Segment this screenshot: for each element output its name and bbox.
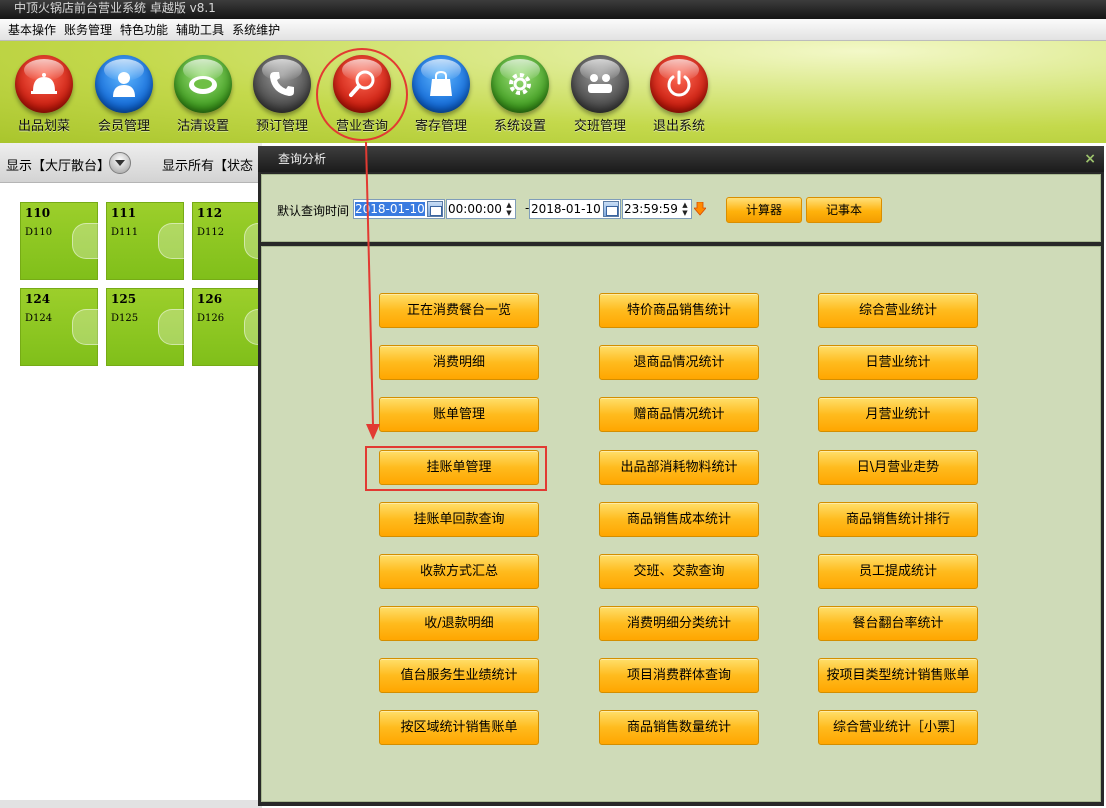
end-date-field[interactable]: 2018-01-10 [529,199,621,219]
report-button[interactable]: 消费明细分类统计 [599,606,759,641]
report-button[interactable]: 餐台翻台率统计 [818,606,978,641]
table-number: 126 [197,292,223,306]
table-code: D110 [25,227,53,238]
toolbar-exit-button[interactable]: 退出系统 [639,53,719,134]
table-status-icon [72,223,100,259]
end-time-field[interactable]: 23:59:59 ▲ ▼ [622,199,692,219]
report-button[interactable]: 出品部消耗物料统计 [599,450,759,485]
phone-icon [253,55,311,113]
table-status-icon [158,223,186,259]
report-buttons-panel: 正在消费餐台一览 消费明细 账单管理 挂账单管理 挂账单回款查询 收款方式汇总 … [261,246,1101,802]
toolbar-settings-button[interactable]: 系统设置 [480,53,560,134]
calculator-button[interactable]: 计算器 [726,197,802,223]
close-icon[interactable]: × [1084,151,1096,167]
table-code: D125 [111,313,139,324]
cloche-icon [15,55,73,113]
toolbar-dish-serving-button[interactable]: 出品划菜 [4,53,84,134]
menu-bar: 基本操作 账务管理 特色功能 辅助工具 系统维护 [0,19,1106,41]
report-button[interactable]: 日\月营业走势 [818,450,978,485]
menu-accounting[interactable]: 账务管理 [60,21,116,38]
report-button[interactable]: 商品销售数量统计 [599,710,759,745]
table-card[interactable]: 111 D111 [106,202,186,280]
plate-icon [174,55,232,113]
calendar-icon[interactable] [427,201,443,217]
calendar-icon[interactable] [603,201,619,217]
table-number: 125 [111,292,137,306]
toolbar-soldout-button[interactable]: 沽清设置 [163,53,243,134]
table-card[interactable]: 125 D125 [106,288,186,366]
window-title: 中顶火锅店前台营业系统 卓越版 v8.1 [0,0,1106,19]
annotation-circle [316,48,408,141]
time-spinner-icon[interactable]: ▲ ▼ [504,201,514,217]
table-number: 112 [197,206,223,220]
table-code: D124 [25,313,53,324]
table-code: D126 [197,313,225,324]
menu-basic-operations[interactable]: 基本操作 [4,21,60,38]
table-card[interactable]: 110 D110 [20,202,100,280]
menu-tools[interactable]: 辅助工具 [172,21,228,38]
report-button[interactable]: 综合营业统计［小票］ [818,710,978,745]
table-card[interactable]: 124 D124 [20,288,100,366]
handover-icon [571,55,629,113]
table-number: 124 [25,292,51,306]
down-arrow-icon[interactable] [694,202,706,216]
main-toolbar: 出品划菜 会员管理 沽清设置 预订管理 营业查询 寄存管理 系统设置 交班管理 … [0,41,1106,143]
toolbar-member-button[interactable]: 会员管理 [84,53,164,134]
report-button[interactable]: 月营业统计 [818,397,978,432]
report-button[interactable]: 按项目类型统计销售账单 [818,658,978,693]
gear-icon [491,55,549,113]
left-panel-footer [0,800,262,808]
notepad-button[interactable]: 记事本 [806,197,882,223]
report-button[interactable]: 交班、交款查询 [599,554,759,589]
bag-icon [412,55,470,113]
report-button[interactable]: 员工提成统计 [818,554,978,589]
table-status-icon [158,309,186,345]
menu-system-maintenance[interactable]: 系统维护 [228,21,284,38]
start-date-field[interactable]: 2018-01-10 [353,199,445,219]
table-number: 110 [25,206,51,220]
report-button[interactable]: 特价商品销售统计 [599,293,759,328]
area-dropdown-button[interactable] [109,152,131,174]
area-filter-label: 显示【大厅散台】 [6,159,111,174]
report-button[interactable]: 商品销售统计排行 [818,502,978,537]
report-button[interactable]: 赠商品情况统计 [599,397,759,432]
member-icon [95,55,153,113]
chevron-down-icon [115,160,125,166]
table-status-icon [72,309,100,345]
report-button[interactable]: 值台服务生业绩统计 [379,658,539,693]
table-code: D111 [111,227,139,238]
report-button[interactable]: 按区域统计销售账单 [379,710,539,745]
time-spinner-icon[interactable]: ▲ ▼ [680,201,690,217]
report-button[interactable]: 日营业统计 [818,345,978,380]
report-button[interactable]: 收/退款明细 [379,606,539,641]
query-time-label: 默认查询时间 [277,204,350,218]
table-filter-bar: 显示【大厅散台】 显示所有【状态 [0,143,262,183]
power-icon [650,55,708,113]
toolbar-reservation-button[interactable]: 预订管理 [242,53,322,134]
status-filter-label: 显示所有【状态 [162,159,254,174]
menu-features[interactable]: 特色功能 [116,21,172,38]
report-button[interactable]: 项目消费群体查询 [599,658,759,693]
annotation-highlight-box [365,446,547,491]
query-time-bar: 默认查询时间 2018-01-10 00:00:00 ▲ ▼ - 2018-01-… [261,174,1101,242]
toolbar-shift-handover-button[interactable]: 交班管理 [560,53,640,134]
report-button[interactable]: 挂账单回款查询 [379,502,539,537]
report-button[interactable]: 消费明细 [379,345,539,380]
table-number: 111 [111,206,137,220]
report-button[interactable]: 商品销售成本统计 [599,502,759,537]
report-button[interactable]: 收款方式汇总 [379,554,539,589]
report-button[interactable]: 综合营业统计 [818,293,978,328]
start-time-field[interactable]: 00:00:00 ▲ ▼ [446,199,516,219]
report-button[interactable]: 账单管理 [379,397,539,432]
toolbar-storage-button[interactable]: 寄存管理 [401,53,481,134]
report-button[interactable]: 退商品情况统计 [599,345,759,380]
dialog-title: 查询分析 [258,146,1104,172]
report-button[interactable]: 正在消费餐台一览 [379,293,539,328]
table-code: D112 [197,227,225,238]
